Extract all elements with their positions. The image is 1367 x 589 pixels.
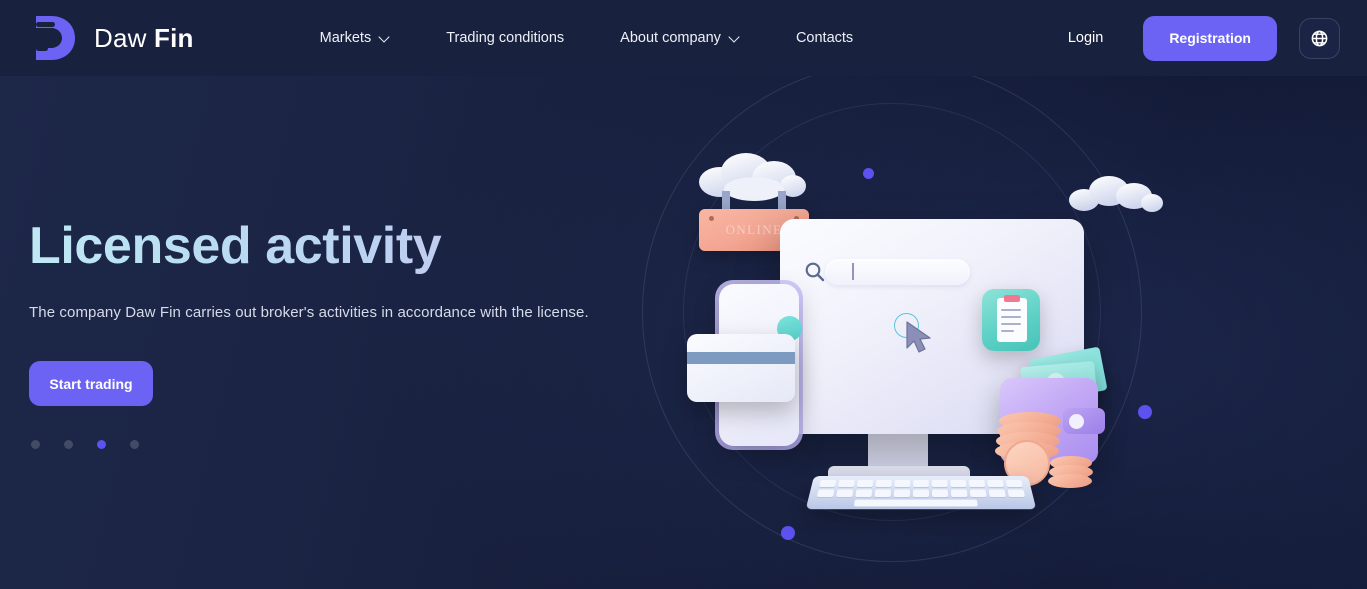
- hero-copy: Licensed activity The company Daw Fin ca…: [29, 218, 669, 450]
- hero-section: Licensed activity The company Daw Fin ca…: [0, 76, 1367, 589]
- chevron-down-icon: [730, 32, 740, 42]
- keyboard: [805, 476, 1037, 510]
- mouse-cursor-icon: [906, 321, 931, 353]
- page-title: Licensed activity: [29, 218, 669, 274]
- clipboard-text-line: [1001, 309, 1021, 312]
- clipboard-text-line: [1001, 330, 1014, 333]
- search-text-caret: [852, 263, 854, 280]
- login-link[interactable]: Login: [1068, 30, 1103, 46]
- registration-button[interactable]: Registration: [1143, 15, 1277, 61]
- nav-label-about-company: About company: [620, 30, 721, 46]
- carousel-dot-3-active[interactable]: [97, 440, 106, 450]
- header-actions: Login Registration: [1068, 15, 1340, 61]
- carousel-dot-1[interactable]: [31, 440, 40, 450]
- globe-icon: [1311, 30, 1328, 46]
- clipboard-text-line: [1001, 316, 1021, 319]
- cloud-small-icon: [1069, 176, 1163, 212]
- brand-name: Daw Fin: [94, 23, 194, 54]
- credit-card-magnetic-stripe: [687, 352, 795, 364]
- cloud-large-icon: [699, 153, 806, 201]
- credit-card: [687, 334, 795, 402]
- main-navigation: Markets Trading conditions About company…: [320, 30, 854, 46]
- clipboard-text-line: [1001, 323, 1021, 326]
- monitor-neck: [868, 431, 928, 471]
- start-trading-button[interactable]: Start trading: [29, 361, 153, 407]
- carousel-dot-2[interactable]: [64, 440, 73, 450]
- carousel-dots: [29, 440, 669, 450]
- brand-name-bold: Fin: [154, 22, 194, 53]
- site-header: Daw Fin Markets Trading conditions About…: [0, 0, 1367, 76]
- carousel-dot-4[interactable]: [130, 440, 139, 450]
- hero-illustration: ONLINE: [660, 76, 1200, 589]
- coin: [1048, 474, 1092, 488]
- illustration-search-bar: [825, 259, 970, 285]
- hero-subtitle: The company Daw Fin carries out broker's…: [29, 304, 589, 322]
- nav-item-about-company[interactable]: About company: [620, 30, 740, 46]
- nav-item-markets[interactable]: Markets: [320, 30, 391, 46]
- online-sign-label: ONLINE: [725, 222, 783, 237]
- clipboard-clip: [1004, 295, 1020, 302]
- language-switcher-button[interactable]: [1299, 17, 1340, 59]
- dawfin-d-logo-icon: [29, 12, 79, 64]
- brand-name-light: Daw: [94, 22, 155, 53]
- nav-label-contacts: Contacts: [795, 30, 854, 46]
- nav-label-markets: Markets: [319, 30, 372, 46]
- brand-logo[interactable]: Daw Fin: [29, 12, 194, 64]
- nav-item-trading-conditions[interactable]: Trading conditions: [446, 30, 564, 46]
- search-icon: [805, 262, 825, 282]
- nav-item-contacts[interactable]: Contacts: [796, 30, 853, 46]
- nav-label-trading-conditions: Trading conditions: [446, 30, 565, 46]
- chevron-down-icon: [380, 32, 390, 42]
- wallet-button: [1069, 414, 1084, 429]
- clipboard-paper: [997, 298, 1027, 342]
- landing-page: Daw Fin Markets Trading conditions About…: [0, 0, 1367, 589]
- sign-nail: [709, 216, 714, 221]
